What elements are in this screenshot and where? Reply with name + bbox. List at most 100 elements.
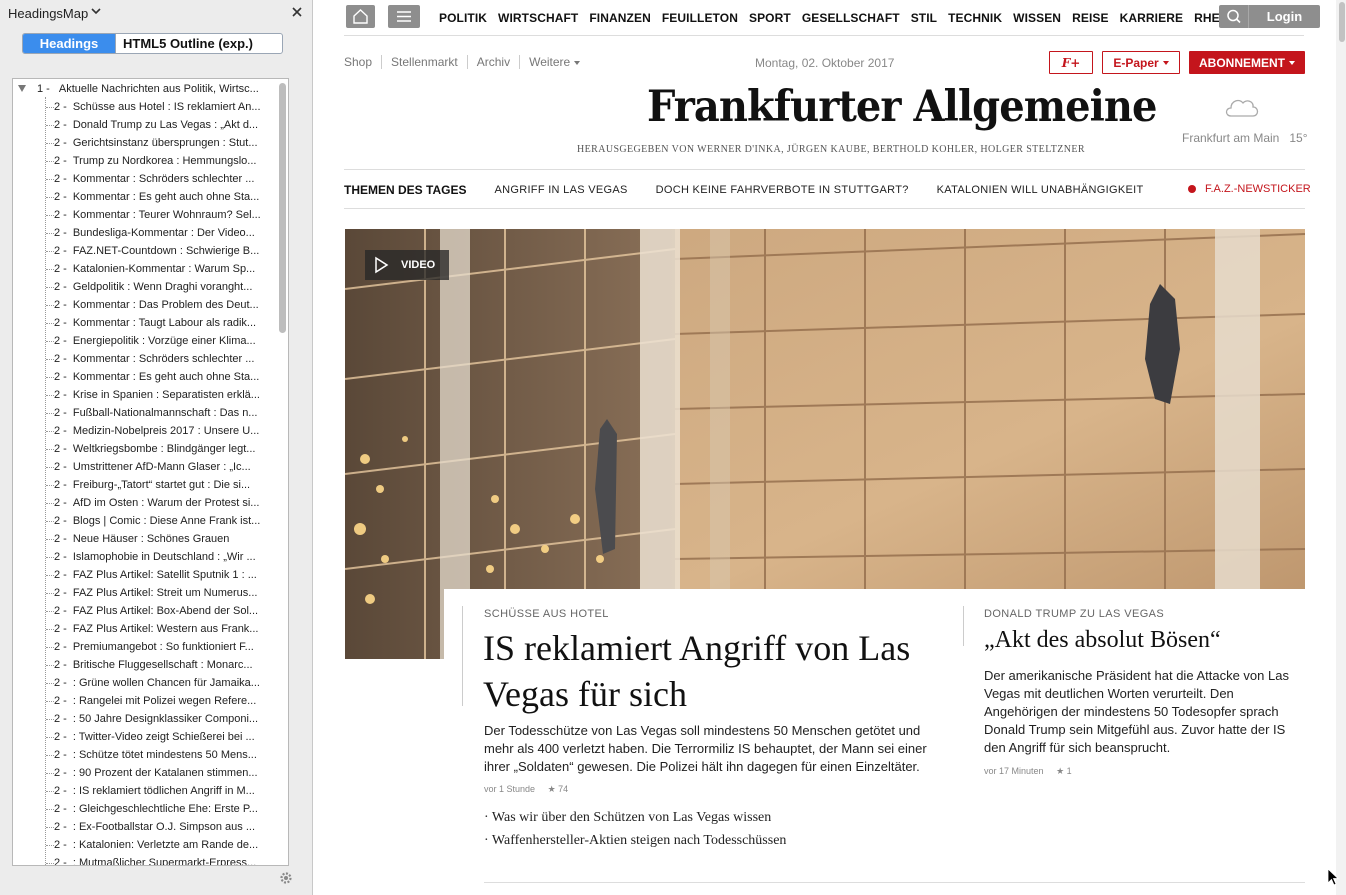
menu-button[interactable] (388, 5, 420, 28)
article-teaser[interactable]: Der amerikanische Präsident hat die Atta… (984, 667, 1302, 757)
publishers-line: HERAUSGEGEBEN VON WERNER D'INKA, JÜRGEN … (577, 144, 1086, 155)
weitere-dropdown[interactable]: Weitere (529, 55, 581, 69)
shop-link[interactable]: Shop (344, 55, 372, 69)
themen-link-fahrverbote[interactable]: DOCH KEINE FAHRVERBOTE IN STUTTGART? (656, 184, 909, 196)
article-headline[interactable]: „Akt des absolut Bösen“ (984, 627, 1221, 654)
faz-logo[interactable]: Frankfurter Allgemeine (647, 82, 1157, 132)
scrollbar-thumb[interactable] (1339, 2, 1345, 42)
tree-item[interactable]: 2 - Kommentar : Teurer Wohnraum? Sel... (54, 206, 269, 224)
tree-item[interactable]: 2 - FAZ.NET-Countdown : Schwierige B... (54, 242, 269, 260)
nav-item-wirtschaft[interactable]: WIRTSCHAFT (498, 11, 578, 25)
tree-guide-line (46, 449, 54, 450)
nav-item-feuilleton[interactable]: FEUILLETON (662, 11, 738, 25)
abonnement-button[interactable]: ABONNEMENT (1189, 51, 1305, 74)
tree-item[interactable]: 2 - Blogs | Comic : Diese Anne Frank ist.… (54, 512, 269, 530)
tree-item[interactable]: 2 - Islamophobie in Deutschland : „Wir ..… (54, 548, 269, 566)
tree-item[interactable]: 2 - Kommentar : Taugt Labour als radik... (54, 314, 269, 332)
nav-item-technik[interactable]: TECHNIK (948, 11, 1002, 25)
tree-item[interactable]: 2 -: 50 Jahre Designklassiker Componi... (54, 710, 269, 728)
tree-root-item[interactable]: 1 - Aktuelle Nachrichten aus Politik, Wi… (37, 80, 271, 98)
search-icon[interactable] (1219, 5, 1249, 28)
nav-item-stil[interactable]: STIL (911, 11, 937, 25)
heading-level: 2 - (54, 353, 67, 365)
tree-item[interactable]: 2 - Freiburg-„Tatort“ startet gut : Die s… (54, 476, 269, 494)
tree-item[interactable]: 2 - Energiepolitik : Vorzüge einer Klima.… (54, 332, 269, 350)
nav-item-wissen[interactable]: WISSEN (1013, 11, 1061, 25)
tree-item[interactable]: 2 - Kommentar : Es geht auch ohne Sta... (54, 188, 269, 206)
tree-item[interactable]: 2 - FAZ Plus Artikel: Box-Abend der Sol..… (54, 602, 269, 620)
close-icon[interactable] (290, 5, 304, 19)
tree-item[interactable]: 2 - Bundesliga-Kommentar : Der Video... (54, 224, 269, 242)
tree-item[interactable]: 2 -: Grüne wollen Chancen für Jamaika... (54, 674, 269, 692)
tree-item[interactable]: 2 - Premiumangebot : So funktioniert F... (54, 638, 269, 656)
tree-item[interactable]: 2 - Kommentar : Es geht auch ohne Sta... (54, 368, 269, 386)
tree-item[interactable]: 2 - Britische Fluggesellschaft : Monarc..… (54, 656, 269, 674)
home-button[interactable] (346, 5, 375, 28)
tree-item[interactable]: 2 -: Rangelei mit Polizei wegen Refere..… (54, 692, 269, 710)
themen-link-las-vegas[interactable]: ANGRIFF IN LAS VEGAS (494, 184, 627, 196)
themen-link-katalonien[interactable]: KATALONIEN WILL UNABHÄNGIGKEIT (937, 184, 1144, 196)
nav-item-sport[interactable]: SPORT (749, 11, 791, 25)
article-headline[interactable]: IS reklamiert Angriff von Las Vegas für … (483, 625, 923, 717)
article-kicker[interactable]: DONALD TRUMP ZU LAS VEGAS (984, 608, 1164, 620)
epaper-button[interactable]: E-Paper (1102, 51, 1180, 74)
tree-item[interactable]: 2 - FAZ Plus Artikel: Western aus Frank..… (54, 620, 269, 638)
tree-item[interactable]: 2 - FAZ Plus Artikel: Satellit Sputnik 1 … (54, 566, 269, 584)
heading-text: FAZ Plus Artikel: Box-Abend der Sol... (72, 605, 259, 617)
tree-item[interactable]: 2 -: Katalonien: Verletzte am Rande de..… (54, 836, 269, 854)
tree-item[interactable]: 2 - Schüsse aus Hotel : IS reklamiert An.… (54, 98, 269, 116)
nav-item-finanzen[interactable]: FINANZEN (589, 11, 650, 25)
stellenmarkt-link[interactable]: Stellenmarkt (391, 55, 458, 69)
tree-item[interactable]: 2 - Neue Häuser : Schönes Grauen (54, 530, 269, 548)
tree-item[interactable]: 2 - Medizin-Nobelpreis 2017 : Unsere U... (54, 422, 269, 440)
faz-plus-button[interactable]: F+ (1049, 51, 1093, 74)
tree-item[interactable]: 2 -: Mutmaßlicher Supermarkt-Erpress... (54, 854, 269, 865)
tree-item[interactable]: 2 - Kommentar : Das Problem des Deut... (54, 296, 269, 314)
tree-item[interactable]: 2 - Weltkriegsbombe : Blindgänger legt... (54, 440, 269, 458)
chevron-down-icon[interactable] (91, 6, 101, 16)
tree-item[interactable]: 2 - Krise in Spanien : Separatisten erklä… (54, 386, 269, 404)
weitere-label: Weitere (529, 55, 571, 69)
archiv-link[interactable]: Archiv (477, 55, 510, 69)
nav-item-gesellschaft[interactable]: GESELLSCHAFT (802, 11, 900, 25)
sidebar-title[interactable]: HeadingsMap (8, 6, 88, 21)
tree-item[interactable]: 2 -: IS reklamiert tödlichen Angriff in … (54, 782, 269, 800)
tree-item[interactable]: 2 - Kommentar : Schröders schlechter ... (54, 170, 269, 188)
article-teaser[interactable]: Der Todesschütze von Las Vegas soll mind… (484, 722, 934, 776)
tree-item[interactable]: 2 - Donald Trump zu Las Vegas : „Akt d... (54, 116, 269, 134)
heading-text: Katalonien-Kommentar : Warum Sp... (72, 263, 256, 275)
tree-scrollbar[interactable] (279, 83, 286, 333)
tree-item[interactable]: 2 -: 90 Prozent der Katalanen stimmen... (54, 764, 269, 782)
tree-item[interactable]: 2 - Fußball-Nationalmannschaft : Das n... (54, 404, 269, 422)
tab-html5-outline[interactable]: HTML5 Outline (exp.) (115, 34, 282, 53)
tree-item[interactable]: 2 -: Ex-Footballstar O.J. Simpson aus ..… (54, 818, 269, 836)
tree-item[interactable]: 2 - AfD im Osten : Warum der Protest si..… (54, 494, 269, 512)
gear-icon[interactable] (278, 870, 294, 886)
tree-item[interactable]: 2 - FAZ Plus Artikel: Streit um Numerus..… (54, 584, 269, 602)
page-scrollbar[interactable] (1336, 0, 1346, 895)
article-kicker[interactable]: SCHÜSSE AUS HOTEL (484, 608, 609, 620)
tree-item[interactable]: 2 -: Gleichgeschlechtliche Ehe: Erste P.… (54, 800, 269, 818)
tree-item[interactable]: 2 -: Schütze tötet mindestens 50 Mens... (54, 746, 269, 764)
article-stars: 1 (1066, 766, 1072, 776)
related-link[interactable]: Was wir über den Schützen von Las Vegas … (484, 806, 786, 829)
login-button[interactable]: Login (1249, 9, 1320, 24)
newsticker-link[interactable]: F.A.Z.-NEWSTICKER (1188, 183, 1311, 195)
tree-item[interactable]: 2 - Geldpolitik : Wenn Draghi voranght... (54, 278, 269, 296)
tree-item[interactable]: 2 -: Twitter-Video zeigt Schießerei bei … (54, 728, 269, 746)
tree-item[interactable]: 2 - Katalonien-Kommentar : Warum Sp... (54, 260, 269, 278)
tree-item[interactable]: 2 - Gerichtsinstanz übersprungen : Stut..… (54, 134, 269, 152)
video-badge[interactable]: VIDEO (365, 250, 449, 280)
weather-widget[interactable]: Frankfurt am Main 15° (1182, 131, 1308, 145)
tree-item[interactable]: 2 - Umstrittener AfD-Mann Glaser : „Ic... (54, 458, 269, 476)
tree-item[interactable]: 2 - Trump zu Nordkorea : Hemmungslo... (54, 152, 269, 170)
related-link[interactable]: Waffenhersteller-Aktien steigen nach Tod… (484, 829, 787, 852)
tree-expand-toggle-icon[interactable] (18, 85, 26, 92)
nav-item-politik[interactable]: POLITIK (439, 11, 487, 25)
heading-text: Islamophobie in Deutschland : „Wir ... (72, 551, 256, 563)
nav-item-karriere[interactable]: KARRIERE (1120, 11, 1183, 25)
nav-item-reise[interactable]: REISE (1072, 11, 1109, 25)
heading-text: Trump zu Nordkorea : Hemmungslo... (72, 155, 257, 167)
tree-item[interactable]: 2 - Kommentar : Schröders schlechter ... (54, 350, 269, 368)
tab-headings[interactable]: Headings (23, 34, 115, 53)
